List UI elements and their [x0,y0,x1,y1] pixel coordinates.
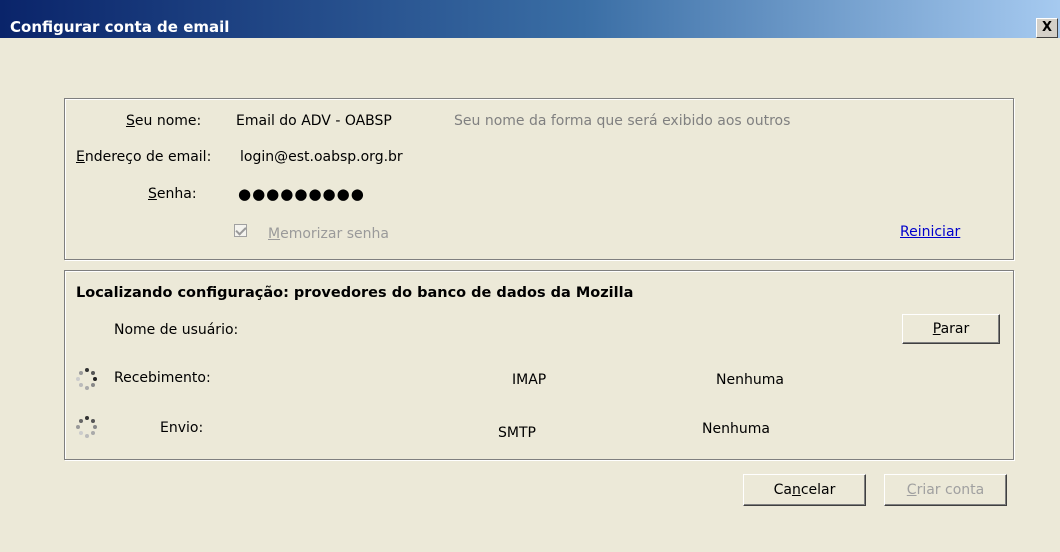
restart-link[interactable]: Reiniciar [900,224,960,240]
name-field[interactable]: Email do ADV - OABSP [236,113,392,129]
outgoing-spinner-icon [76,416,98,438]
remember-password-checkbox[interactable] [234,224,247,237]
title-bar: Configurar conta de email [0,0,1060,38]
email-field[interactable]: login@est.oabsp.org.br [240,149,403,165]
email-label: Endereço de email: [76,149,212,165]
name-label: Seu nome: [126,113,202,129]
incoming-spinner-icon [76,368,98,390]
username-label: Nome de usuário: [114,322,239,338]
outgoing-label: Envio: [160,420,204,436]
window-title: Configurar conta de email [10,18,230,36]
incoming-security: Nenhuma [716,372,784,388]
name-hint: Seu nome da forma que será exibido aos o… [454,113,791,129]
password-field[interactable]: ●●●●●●●●● [238,185,365,203]
close-button[interactable]: X [1036,18,1058,38]
outgoing-security: Nenhuma [702,421,770,437]
incoming-protocol: IMAP [512,372,547,388]
create-account-button[interactable]: Criar conta [884,474,1007,506]
cancel-button[interactable]: Cancelar [743,474,866,506]
incoming-label: Recebimento: [114,370,211,386]
config-heading: Localizando configuração: provedores do … [76,285,634,301]
close-icon: X [1041,20,1053,35]
password-label: Senha: [148,186,197,202]
stop-button[interactable]: Parar [902,314,1000,344]
remember-password-label: Memorizar senha [268,226,389,242]
outgoing-protocol: SMTP [498,425,536,441]
